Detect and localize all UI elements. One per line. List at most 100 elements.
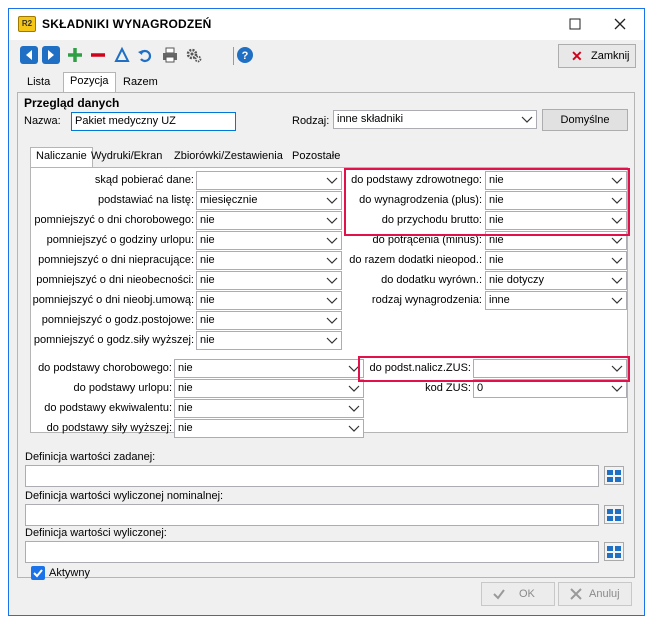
window: R2 SKŁADNIKI WYNAGRODZEŃ ? ✕ Zamknij Lis… <box>8 8 645 616</box>
window-title: SKŁADNIKI WYNAGRODZEŃ <box>42 17 212 31</box>
field-select[interactable]: miesięcznie <box>196 191 342 210</box>
title-bar: R2 SKŁADNIKI WYNAGRODZEŃ <box>9 9 644 40</box>
first-record-button[interactable] <box>20 46 38 64</box>
close-button-label: Zamknij <box>591 50 630 62</box>
field-label: skąd pobierać dane: <box>94 174 194 186</box>
main-panel: Przegląd danych Nazwa: Pakiet medyczny U… <box>17 92 635 580</box>
field-label: do podstawy urlopu: <box>73 382 172 394</box>
add-button[interactable] <box>66 46 84 64</box>
field-select[interactable]: nie <box>196 211 342 230</box>
field-select[interactable]: nie <box>174 419 364 438</box>
highlight-box-top <box>344 168 630 236</box>
minus-icon <box>91 53 105 57</box>
calculator-icon <box>607 470 621 482</box>
undo-button[interactable] <box>136 46 154 64</box>
definition-label: Definicja wartości wyliczonej: <box>25 527 167 539</box>
rodzaj-select[interactable]: inne składniki <box>333 110 537 129</box>
field-select[interactable]: nie <box>174 379 364 398</box>
field-select[interactable]: nie <box>196 251 342 270</box>
tab-pozostale[interactable]: Pozostałe <box>287 148 345 166</box>
field-select[interactable]: nie <box>196 231 342 250</box>
active-checkbox[interactable] <box>31 566 45 580</box>
cancel-button[interactable]: Anuluj <box>558 582 632 606</box>
field-label: rodzaj wynagrodzenia: <box>371 294 482 306</box>
tab-pozycja[interactable]: Pozycja <box>63 72 116 93</box>
print-button[interactable] <box>161 46 179 64</box>
field-value: nie <box>489 254 504 266</box>
maximize-button[interactable] <box>565 15 585 33</box>
field-value: nie <box>200 294 215 306</box>
delete-button[interactable] <box>89 46 107 64</box>
field-select[interactable]: nie <box>196 311 342 330</box>
field-label: do podstawy siły wyższej: <box>46 422 172 434</box>
field-value: nie <box>178 382 193 394</box>
active-checkbox-label: Aktywny <box>49 567 90 579</box>
next-record-button[interactable] <box>42 46 60 64</box>
field-select[interactable]: nie <box>196 291 342 310</box>
field-select[interactable]: nie <box>196 271 342 290</box>
definition-label: Definicja wartości wyliczonej nominalnej… <box>25 490 224 502</box>
definition-input[interactable] <box>25 504 599 526</box>
field-value: nie <box>200 334 215 346</box>
naliczanie-panel: skąd pobierać dane: podstawiać na listę:… <box>30 167 630 438</box>
field-value: 0 <box>477 382 484 394</box>
field-value: nie <box>200 274 215 286</box>
expression-editor-button[interactable] <box>604 505 624 524</box>
close-button[interactable]: ✕ Zamknij <box>558 44 636 68</box>
field-value: nie <box>178 402 193 414</box>
definition-input[interactable] <box>25 465 599 487</box>
tab-razem[interactable]: Razem <box>116 73 165 92</box>
field-select[interactable]: nie <box>174 399 364 418</box>
nazwa-input[interactable]: Pakiet medyczny UZ <box>71 112 236 131</box>
field-select[interactable]: inne <box>485 291 627 310</box>
settings-button[interactable] <box>185 46 203 64</box>
definition-input[interactable] <box>25 541 599 563</box>
field-select[interactable]: nie <box>174 359 364 378</box>
tab-lista[interactable]: Lista <box>20 73 57 92</box>
field-label: pomniejszyć o godz.siły wyższej: <box>33 334 194 346</box>
field-select[interactable]: nie <box>485 251 627 270</box>
help-icon: ? <box>237 47 253 63</box>
help-button[interactable]: ? <box>236 46 254 64</box>
gear-icon <box>186 48 202 63</box>
close-x-icon: ✕ <box>571 48 583 64</box>
field-label: pomniejszyć o godz.postojowe: <box>41 314 194 326</box>
app-icon: R2 <box>18 16 36 32</box>
arrow-left-icon <box>26 50 32 60</box>
field-value: nie <box>200 254 215 266</box>
field-label: pomniejszyć o dni niepracujące: <box>38 254 194 266</box>
field-label: kod ZUS: <box>425 382 471 394</box>
default-button[interactable]: Domyślne <box>542 109 628 131</box>
cancel-button-label: Anuluj <box>589 588 620 600</box>
chevron-down-icon <box>326 317 338 324</box>
cancel-x-icon <box>570 588 582 600</box>
chevron-down-icon <box>348 425 360 432</box>
chevron-down-icon <box>521 116 533 123</box>
field-label: podstawiać na listę: <box>98 194 194 206</box>
maximize-icon <box>569 18 581 30</box>
calculator-icon <box>607 546 621 558</box>
field-label: pomniejszyć o dni nieobj.umową: <box>32 294 194 306</box>
field-select[interactable]: nie <box>196 331 342 350</box>
expression-editor-button[interactable] <box>604 466 624 485</box>
calculator-icon <box>607 509 621 521</box>
toolbar-separator <box>233 47 234 65</box>
tab-naliczanie[interactable]: Naliczanie <box>30 147 93 167</box>
chevron-down-icon <box>326 337 338 344</box>
edit-button[interactable] <box>113 46 131 64</box>
tab-zbiorowki[interactable]: Zbiorówki/Zestawienia <box>169 148 288 166</box>
rodzaj-value: inne składniki <box>337 113 404 125</box>
field-label: do dodatku wyrówn.: <box>381 274 482 286</box>
ok-button[interactable]: OK <box>481 582 555 606</box>
field-select[interactable]: nie dotyczy <box>485 271 627 290</box>
printer-icon <box>163 47 177 63</box>
close-window-button[interactable] <box>610 15 630 33</box>
arrow-right-icon <box>48 50 54 60</box>
field-select[interactable] <box>196 171 342 190</box>
expression-editor-button[interactable] <box>604 542 624 561</box>
chevron-down-icon <box>611 297 623 304</box>
tab-wydruki[interactable]: Wydruki/Ekran <box>86 148 167 166</box>
field-value: inne <box>489 294 510 306</box>
svg-text:?: ? <box>242 50 249 62</box>
field-value: nie dotyczy <box>489 274 545 286</box>
